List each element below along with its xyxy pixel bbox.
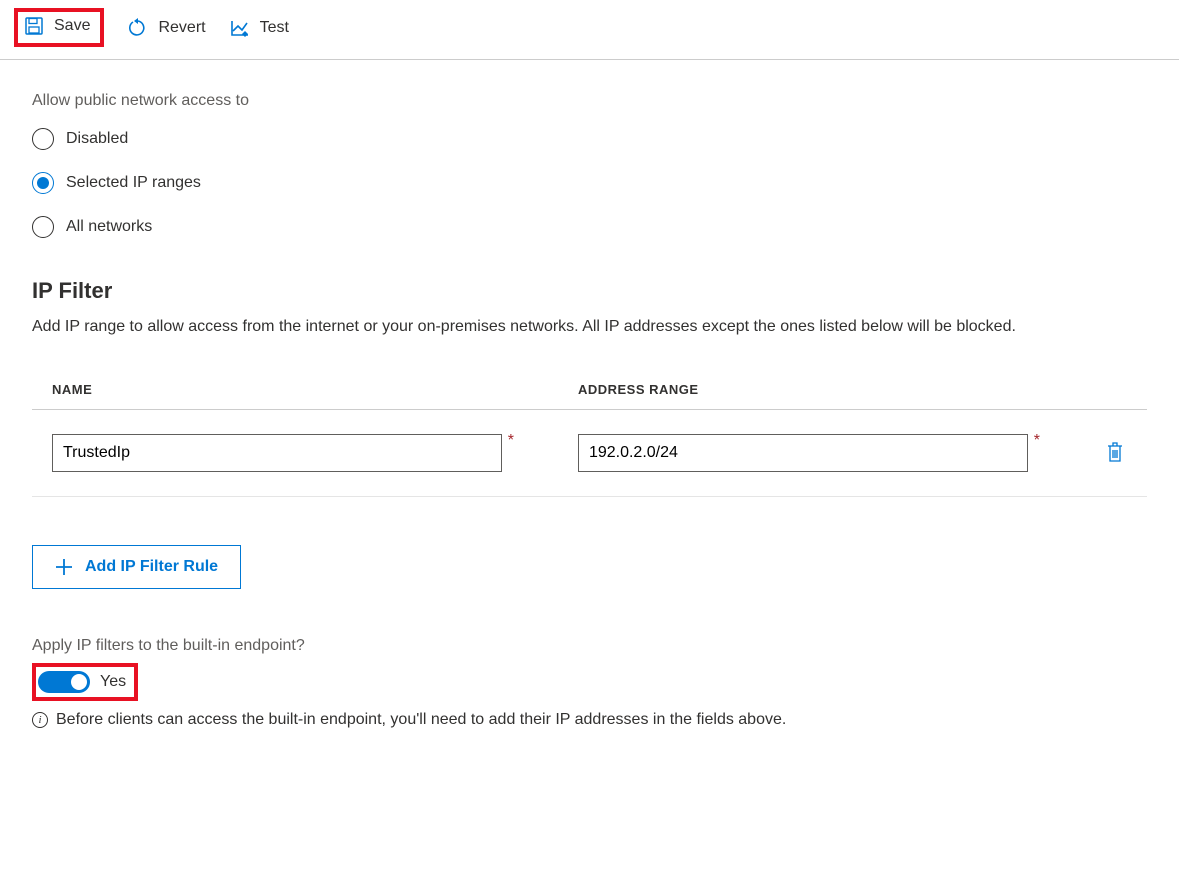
main-content: Allow public network access to Disabled … <box>0 60 1179 749</box>
radio-icon <box>32 128 54 150</box>
rule-name-input[interactable] <box>52 434 502 472</box>
required-marker: * <box>1034 432 1040 450</box>
save-label: Save <box>54 17 90 35</box>
radio-disabled[interactable]: Disabled <box>32 128 1147 150</box>
revert-icon <box>128 18 148 38</box>
radio-icon <box>32 172 54 194</box>
test-icon <box>230 18 250 38</box>
rule-range-input[interactable] <box>578 434 1028 472</box>
radio-label: Disabled <box>66 130 128 148</box>
toggle-highlight: Yes <box>32 663 138 701</box>
radio-selected-ip[interactable]: Selected IP ranges <box>32 172 1147 194</box>
radio-label: Selected IP ranges <box>66 174 201 192</box>
table-row: * * <box>32 410 1147 497</box>
save-button-highlight: Save <box>14 8 104 47</box>
save-button[interactable]: Save <box>24 16 90 36</box>
info-row: i Before clients can access the built-in… <box>32 711 1147 729</box>
col-name: NAME <box>32 372 558 410</box>
info-icon: i <box>32 712 48 728</box>
ipfilter-desc: Add IP range to allow access from the in… <box>32 318 1147 336</box>
save-icon <box>24 16 44 36</box>
network-access-label: Allow public network access to <box>32 92 1147 110</box>
revert-label: Revert <box>158 19 205 37</box>
test-label: Test <box>260 19 289 37</box>
required-marker: * <box>508 432 514 450</box>
toggle-knob <box>71 674 87 690</box>
apply-section: Apply IP filters to the built-in endpoin… <box>32 637 1147 729</box>
radio-label: All networks <box>66 218 152 236</box>
info-text: Before clients can access the built-in e… <box>56 711 786 729</box>
network-access-radiogroup: Disabled Selected IP ranges All networks <box>32 128 1147 238</box>
toggle-value: Yes <box>100 673 126 691</box>
trash-icon <box>1105 441 1125 463</box>
ipfilter-table: NAME ADDRESS RANGE * * <box>32 372 1147 497</box>
ipfilter-title: IP Filter <box>32 278 1147 304</box>
apply-toggle[interactable] <box>38 671 90 693</box>
add-button-label: Add IP Filter Rule <box>85 558 218 576</box>
plus-icon <box>55 558 73 576</box>
test-button[interactable]: Test <box>230 18 289 38</box>
col-range: ADDRESS RANGE <box>558 372 1084 410</box>
apply-label: Apply IP filters to the built-in endpoin… <box>32 637 1147 655</box>
add-ip-filter-button[interactable]: Add IP Filter Rule <box>32 545 241 589</box>
delete-rule-button[interactable] <box>1105 441 1125 463</box>
toolbar: Save Revert Test <box>0 0 1179 60</box>
radio-icon <box>32 216 54 238</box>
revert-button[interactable]: Revert <box>128 18 205 38</box>
radio-all-networks[interactable]: All networks <box>32 216 1147 238</box>
